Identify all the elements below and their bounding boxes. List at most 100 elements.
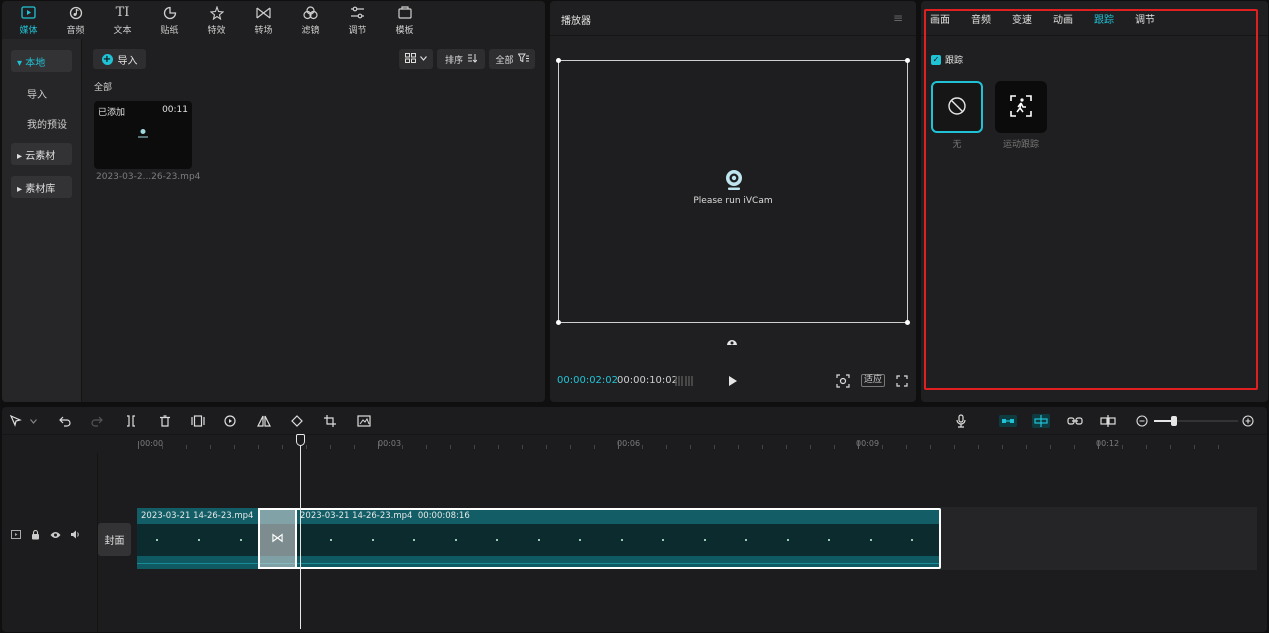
- video-message: Please run iVCam: [693, 196, 773, 206]
- tab-sticker[interactable]: 贴纸: [146, 1, 193, 39]
- ruler-tick: [1218, 445, 1219, 449]
- effects-icon: [206, 4, 228, 21]
- resize-handle[interactable]: [905, 58, 910, 63]
- eye-icon[interactable]: [50, 529, 61, 540]
- tab-text[interactable]: TI 文本: [99, 1, 146, 39]
- select-tool-icon[interactable]: [10, 413, 22, 429]
- speed-icon[interactable]: [224, 413, 236, 429]
- link-icon[interactable]: [1067, 413, 1083, 429]
- adjust-icon: [347, 4, 369, 21]
- menu-icon[interactable]: ≡: [893, 11, 903, 25]
- preview-axis-icon[interactable]: [1100, 413, 1116, 429]
- tab-speed[interactable]: 变速: [1012, 11, 1032, 26]
- tab-audio-props[interactable]: 音频: [971, 11, 991, 26]
- undo-icon[interactable]: [59, 413, 71, 429]
- sidebar-item-import[interactable]: 导入: [11, 82, 72, 104]
- crop-icon[interactable]: [324, 413, 336, 429]
- option-label-none: 无: [952, 140, 962, 150]
- zoom-out-icon[interactable]: [1136, 413, 1148, 429]
- chevron-down-icon: [420, 54, 427, 64]
- fullscreen-icon[interactable]: [896, 375, 908, 390]
- tab-adjust-props[interactable]: 调节: [1135, 11, 1155, 26]
- tab-media[interactable]: 媒体: [5, 1, 52, 39]
- fit-button[interactable]: 适应: [861, 374, 886, 387]
- sort-button[interactable]: 排序: [437, 49, 485, 69]
- sidebar-item-cloud[interactable]: ▸ 云素材: [11, 143, 72, 165]
- media-thumbnail[interactable]: 已添加 00:11: [94, 101, 192, 169]
- tab-animation[interactable]: 动画: [1053, 11, 1073, 26]
- tab-tracking[interactable]: 跟踪: [1094, 11, 1114, 26]
- zoom-slider-handle[interactable]: [1171, 416, 1177, 426]
- thumbnail-preview-icon: [137, 128, 149, 141]
- image-edit-icon[interactable]: [357, 413, 371, 429]
- track-type-icon[interactable]: [10, 529, 21, 540]
- split-icon[interactable]: [125, 413, 137, 429]
- ruler-tick: [786, 445, 787, 449]
- snap-icon[interactable]: [1032, 413, 1050, 429]
- main-track-magnet-icon[interactable]: [999, 413, 1017, 429]
- waveform-icon[interactable]: [675, 375, 693, 390]
- play-button[interactable]: [728, 375, 738, 390]
- ruler-tick: [834, 445, 835, 449]
- template-icon: [394, 4, 416, 21]
- freeze-frame-icon[interactable]: [191, 413, 205, 429]
- tab-picture[interactable]: 画面: [930, 11, 950, 26]
- mirror-icon[interactable]: [257, 413, 271, 429]
- ruler-tick: [594, 445, 595, 449]
- zoom-in-icon[interactable]: [1242, 413, 1254, 429]
- properties-panel: 画面 音频 变速 动画 跟踪 调节 ✓ 跟踪 无 运动跟踪: [921, 1, 1268, 402]
- ruler-tick: [354, 445, 355, 449]
- ruler-tick: [1074, 445, 1075, 449]
- tracking-option-motion[interactable]: [995, 81, 1047, 133]
- transition-marker[interactable]: ⋈: [258, 508, 297, 569]
- resize-handle[interactable]: [905, 320, 910, 325]
- divider: [550, 35, 916, 36]
- tracking-option-none[interactable]: [931, 81, 983, 133]
- ruler-label: 00:12: [1096, 439, 1120, 448]
- tracking-checkbox[interactable]: ✓ 跟踪: [931, 53, 963, 66]
- tab-audio[interactable]: 音频: [52, 1, 99, 39]
- ruler-tick: [1002, 445, 1003, 449]
- tab-adjust[interactable]: 调节: [334, 1, 381, 39]
- import-button[interactable]: + 导入: [93, 49, 146, 69]
- volume-icon[interactable]: [70, 529, 81, 540]
- snapshot-icon[interactable]: [836, 374, 850, 391]
- tab-template[interactable]: 模板: [381, 1, 428, 39]
- frame-dot: [240, 539, 242, 541]
- chevron-down-icon[interactable]: [30, 413, 37, 429]
- sidebar-item-library[interactable]: ▸ 素材库: [11, 176, 72, 198]
- ruler-tick: [306, 445, 307, 449]
- playhead-handle[interactable]: [296, 434, 305, 446]
- ruler-tick: [162, 445, 163, 449]
- delete-icon[interactable]: [159, 413, 171, 429]
- timeline-ruler[interactable]: 00:00 00:03 00:06 00:09 00:12: [138, 435, 1267, 453]
- redo-icon[interactable]: [91, 413, 103, 429]
- video-clip[interactable]: 2023-03-21 14-26-23.mp4: [137, 508, 260, 569]
- microphone-icon[interactable]: [956, 413, 966, 429]
- ruler-tick: [234, 445, 235, 449]
- lock-icon[interactable]: [30, 529, 41, 540]
- ruler-tick: [258, 445, 259, 449]
- view-mode-button[interactable]: [399, 49, 433, 69]
- resize-handle[interactable]: [556, 58, 561, 63]
- video-preview[interactable]: Please run iVCam: [556, 58, 910, 325]
- ruler-tick: [1050, 445, 1051, 449]
- ruler-tick: [1026, 445, 1027, 449]
- tab-filter[interactable]: 滤镜: [287, 1, 334, 39]
- tab-transition[interactable]: 转场: [240, 1, 287, 39]
- playhead-line[interactable]: [300, 434, 301, 629]
- rotate-clip-icon[interactable]: [291, 413, 303, 429]
- resize-handle[interactable]: [556, 320, 561, 325]
- media-sidebar: ▾ 本地 导入 我的预设 ▸ 云素材 ▸ 素材库: [2, 39, 82, 402]
- rotate-icon[interactable]: [726, 336, 738, 349]
- sidebar-item-presets[interactable]: 我的预设: [11, 112, 72, 134]
- sidebar-item-local[interactable]: ▾ 本地: [11, 50, 72, 72]
- ruler-tick: [1098, 441, 1099, 449]
- player-panel: 播放器 ≡ Please run iVCam 00:00:02:02 00:00…: [550, 1, 916, 402]
- filter-button[interactable]: 全部: [489, 49, 535, 69]
- ruler-tick: [642, 445, 643, 449]
- player-title: 播放器: [561, 16, 591, 27]
- tab-effects[interactable]: 特效: [193, 1, 240, 39]
- cover-button[interactable]: 封面: [98, 523, 131, 556]
- clip-header: 2023-03-21 14-26-23.mp4: [137, 508, 260, 524]
